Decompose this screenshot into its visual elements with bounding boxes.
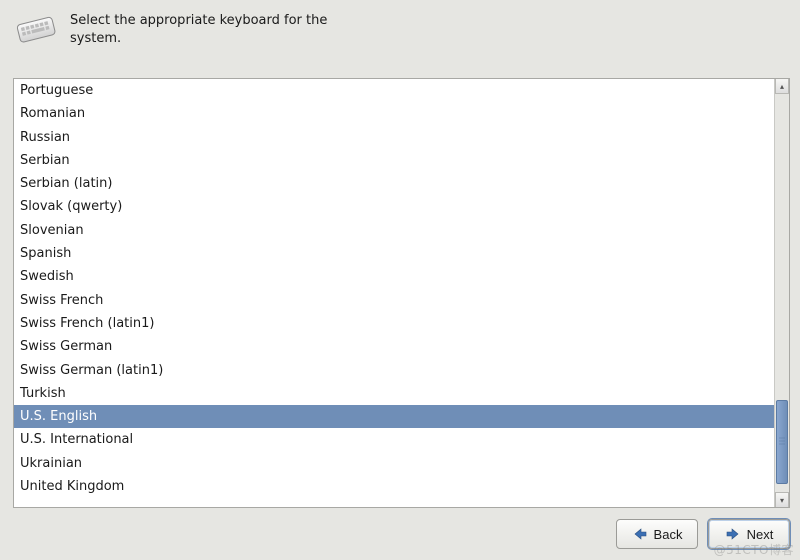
list-item[interactable]: Swiss German (latin1) xyxy=(14,359,774,382)
footer-bar: Back Next xyxy=(0,516,800,560)
list-item[interactable]: Portuguese xyxy=(14,79,774,102)
back-button-label: Back xyxy=(654,527,683,542)
scrollbar[interactable]: ▴ ▾ xyxy=(774,79,789,507)
list-item[interactable]: Serbian (latin) xyxy=(14,172,774,195)
keyboard-list[interactable]: PortugueseRomanianRussianSerbianSerbian … xyxy=(14,79,774,507)
arrow-right-icon xyxy=(725,527,741,541)
header-row: Select the appropriate keyboard for the … xyxy=(0,0,800,54)
next-button[interactable]: Next xyxy=(708,519,790,549)
list-item[interactable]: U.S. International xyxy=(14,428,774,451)
list-item[interactable]: Romanian xyxy=(14,102,774,125)
scroll-up-button[interactable]: ▴ xyxy=(775,79,789,94)
list-item[interactable]: Serbian xyxy=(14,149,774,172)
list-item[interactable]: Swiss French xyxy=(14,289,774,312)
list-item[interactable]: Turkish xyxy=(14,382,774,405)
list-item[interactable]: Ukrainian xyxy=(14,452,774,475)
list-item[interactable]: Slovenian xyxy=(14,219,774,242)
list-item[interactable]: Swiss German xyxy=(14,335,774,358)
list-item[interactable]: U.S. English xyxy=(14,405,774,428)
list-item[interactable]: Spanish xyxy=(14,242,774,265)
list-item[interactable]: Swiss French (latin1) xyxy=(14,312,774,335)
list-item[interactable]: Swedish xyxy=(14,265,774,288)
scroll-thumb[interactable] xyxy=(776,400,788,484)
next-button-label: Next xyxy=(747,527,774,542)
list-item[interactable]: United Kingdom xyxy=(14,475,774,498)
back-button[interactable]: Back xyxy=(616,519,698,549)
keyboard-list-frame: PortugueseRomanianRussianSerbianSerbian … xyxy=(13,78,790,508)
list-item[interactable]: Slovak (qwerty) xyxy=(14,195,774,218)
keyboard-icon xyxy=(14,10,58,48)
list-item[interactable]: Russian xyxy=(14,126,774,149)
scroll-down-button[interactable]: ▾ xyxy=(775,492,789,507)
instruction-text: Select the appropriate keyboard for the … xyxy=(70,10,330,48)
arrow-left-icon xyxy=(632,527,648,541)
